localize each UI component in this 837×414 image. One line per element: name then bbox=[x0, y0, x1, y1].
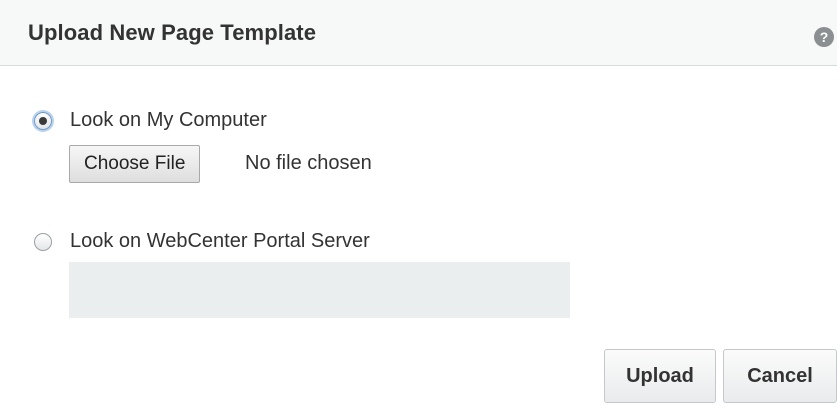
file-status-text: No file chosen bbox=[245, 152, 372, 174]
option-my-computer-label[interactable]: Look on My Computer bbox=[70, 109, 267, 132]
option-server[interactable]: Look on WebCenter Portal Server bbox=[34, 230, 370, 253]
option-server-label[interactable]: Look on WebCenter Portal Server bbox=[70, 230, 370, 253]
radio-my-computer[interactable] bbox=[34, 111, 52, 130]
cancel-button[interactable]: Cancel bbox=[723, 349, 837, 403]
upload-template-dialog: Upload New Page Template ? Look on My Co… bbox=[0, 0, 837, 414]
server-path-field[interactable] bbox=[69, 262, 570, 318]
choose-file-button[interactable]: Choose File bbox=[69, 145, 201, 183]
upload-button[interactable]: Upload bbox=[604, 349, 716, 403]
option-my-computer[interactable]: Look on My Computer bbox=[34, 109, 267, 132]
radio-server[interactable] bbox=[34, 232, 52, 251]
help-icon[interactable]: ? bbox=[814, 27, 834, 47]
dialog-header: Upload New Page Template ? bbox=[0, 0, 837, 66]
dialog-title: Upload New Page Template bbox=[28, 20, 317, 45]
